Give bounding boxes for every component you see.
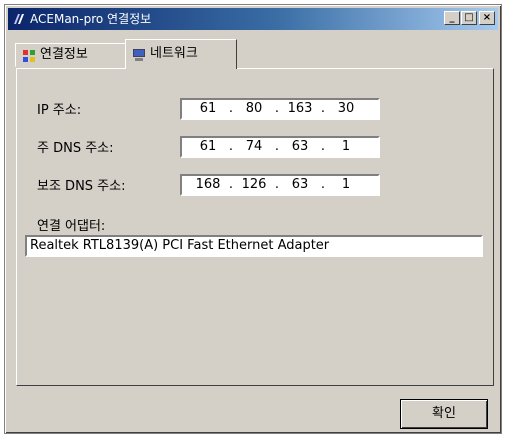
ip-address-label: IP 주소:	[37, 103, 82, 118]
primary-dns-field[interactable]: 61 . 74 . 63 . 1	[180, 136, 380, 158]
window-title: ACEMan-pro 연결정보	[30, 12, 152, 26]
octet-separator: .	[320, 101, 326, 116]
tab-network-label: 네트워크	[150, 46, 198, 61]
adapter-label: 연결 어댑터:	[37, 219, 106, 234]
adapter-name-field[interactable]: Realtek RTL8139(A) PCI Fast Ethernet Ada…	[25, 235, 483, 257]
dns-octet: 74	[245, 139, 263, 154]
primary-dns-label: 주 DNS 주소:	[37, 141, 114, 156]
octet-separator: .	[274, 139, 280, 154]
minimize-button[interactable]: _	[444, 11, 460, 25]
connection-info-window: ACEMan-pro 연결정보 _ □ × 연결정보 네트워크 IP 주소: 6…	[4, 4, 502, 434]
dns-octet: 63	[291, 177, 309, 192]
dns-octet: 168	[195, 177, 221, 192]
dns-octet: 61	[199, 139, 217, 154]
network-tab-panel: IP 주소: 61 . 80 . 163 . 30 주 DNS 주소: 61 .…	[16, 68, 494, 386]
app-icon	[14, 14, 24, 24]
connection-icon	[23, 50, 35, 62]
title-bar[interactable]: ACEMan-pro 연결정보 _ □ ×	[8, 8, 498, 30]
ip-octet: 30	[337, 101, 355, 116]
tab-connection-info-label: 연결정보	[40, 47, 88, 62]
octet-separator: .	[228, 177, 234, 192]
ip-octet: 61	[199, 101, 217, 116]
tab-connection-info[interactable]: 연결정보	[15, 43, 127, 67]
secondary-dns-field[interactable]: 168 . 126 . 63 . 1	[180, 174, 380, 196]
secondary-dns-label: 보조 DNS 주소:	[37, 179, 126, 194]
octet-separator: .	[228, 101, 234, 116]
network-computer-icon	[133, 49, 145, 61]
dns-octet: 1	[341, 139, 351, 154]
ip-octet: 163	[287, 101, 313, 116]
tab-network[interactable]: 네트워크	[125, 39, 237, 69]
ip-address-field[interactable]: 61 . 80 . 163 . 30	[180, 98, 380, 120]
dns-octet: 63	[291, 139, 309, 154]
octet-separator: .	[228, 139, 234, 154]
octet-separator: .	[320, 177, 326, 192]
octet-separator: .	[320, 139, 326, 154]
maximize-button[interactable]: □	[461, 11, 477, 25]
ip-octet: 80	[245, 101, 263, 116]
octet-separator: .	[274, 177, 280, 192]
ok-button[interactable]: 확인	[400, 399, 488, 429]
octet-separator: .	[274, 101, 280, 116]
dns-octet: 126	[241, 177, 267, 192]
close-button[interactable]: ×	[479, 11, 495, 25]
dns-octet: 1	[341, 177, 351, 192]
